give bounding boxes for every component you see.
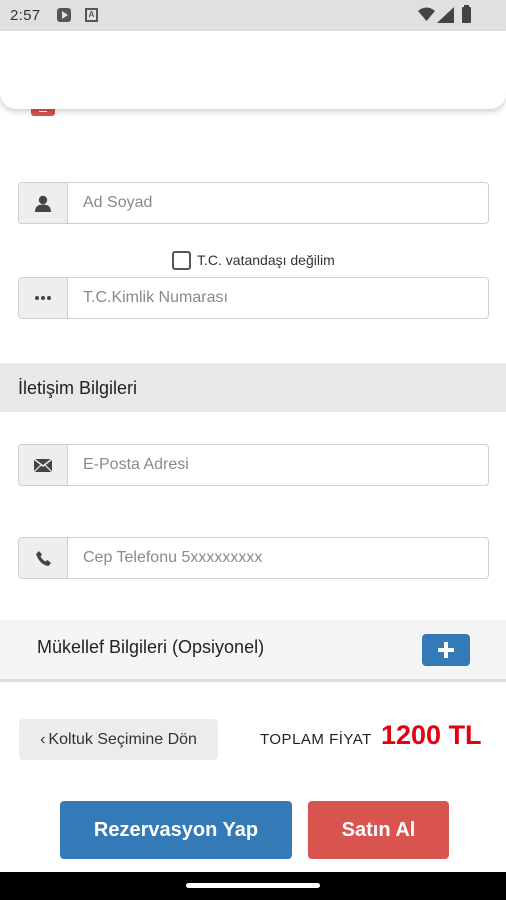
id-number-input[interactable] [68, 278, 488, 318]
user-icon [19, 183, 68, 223]
taxpayer-title: Mükellef Bilgileri (Opsiyonel) [37, 637, 265, 657]
email-input-group [18, 444, 489, 486]
status-bar: 2:57 A [0, 0, 506, 31]
navigation-bar [0, 872, 506, 900]
name-input-group [18, 182, 489, 224]
add-taxpayer-button[interactable] [422, 634, 470, 666]
back-button-label: Koltuk Seçimine Dön [48, 730, 197, 748]
app-notification-icon: A [85, 8, 98, 22]
reserve-button[interactable]: Rezervasyon Yap [60, 801, 292, 859]
wifi-icon [418, 7, 435, 21]
dots-icon [19, 278, 68, 318]
not-citizen-checkbox-row[interactable]: T.C. vatandaşı değilim [172, 249, 335, 271]
play-notification-icon [57, 8, 71, 22]
home-gesture-handle[interactable] [186, 883, 320, 888]
phone-icon [19, 538, 68, 578]
email-input[interactable] [68, 445, 488, 485]
back-to-seat-selection-button[interactable]: ‹ Koltuk Seçimine Dön [19, 719, 218, 760]
status-time: 2:57 [10, 7, 41, 24]
contact-section-title: İletişim Bilgileri [18, 378, 138, 398]
phone-input[interactable] [68, 538, 488, 578]
not-citizen-label: T.C. vatandaşı değilim [197, 252, 335, 268]
battery-icon [462, 5, 471, 23]
total-price-label: TOPLAM FİYAT [260, 731, 372, 748]
phone-input-group [18, 537, 489, 579]
total-price-value: 1200 TL [381, 720, 482, 750]
signal-icon [437, 7, 454, 23]
not-citizen-checkbox[interactable] [172, 250, 191, 270]
buy-button[interactable]: Satın Al [308, 801, 449, 859]
taxpayer-section: Mükellef Bilgileri (Opsiyonel) [0, 620, 506, 682]
envelope-icon [19, 445, 68, 485]
contact-section-header: İletişim Bilgileri [0, 363, 506, 412]
name-input[interactable] [68, 183, 488, 223]
id-input-group [18, 277, 489, 319]
chevron-left-icon: ‹ [40, 730, 46, 748]
header-card [0, 31, 506, 109]
